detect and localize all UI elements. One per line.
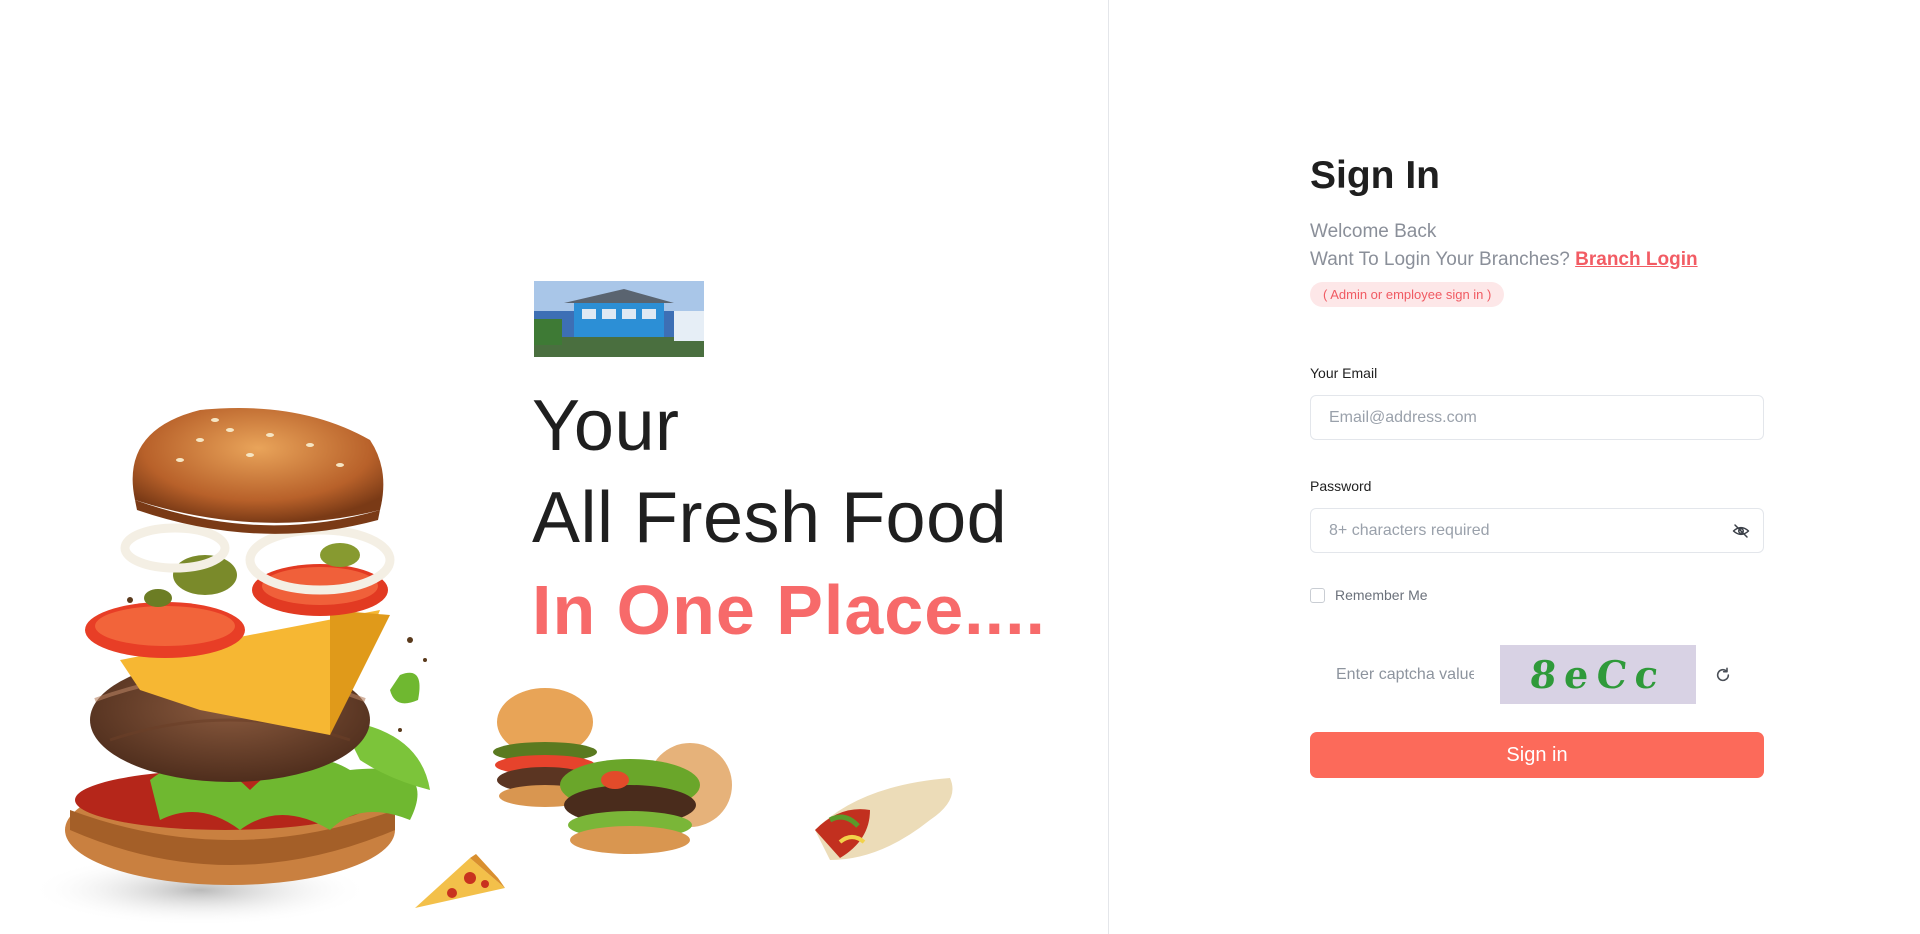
login-page: Your All Fresh Food In One Place.... Sig… [0, 0, 1920, 934]
remember-row: Remember Me [1310, 587, 1764, 603]
password-field[interactable] [1310, 508, 1764, 553]
remember-checkbox[interactable] [1310, 587, 1325, 603]
signin-form: Sign In Welcome Back Want To Login Your … [1310, 150, 1764, 778]
big-burger [30, 408, 430, 926]
signin-title: Sign In [1310, 154, 1440, 197]
branch-login-link[interactable]: Branch Login [1575, 249, 1697, 270]
refresh-icon[interactable] [1712, 664, 1734, 686]
captcha-input[interactable] [1310, 652, 1500, 697]
captcha-image: 8eCc [1500, 645, 1696, 704]
captcha-row: 8eCc [1310, 645, 1764, 704]
role-badge: ( Admin or employee sign in ) [1310, 282, 1505, 307]
welcome-text: Welcome Back [1310, 221, 1437, 242]
password-box [1310, 508, 1764, 553]
captcha-code: 8eCc [1527, 652, 1669, 697]
small-burgers [493, 688, 732, 854]
eye-off-icon[interactable] [1732, 522, 1750, 540]
wrap [815, 778, 953, 860]
pizza-slice [415, 854, 505, 908]
hero-panel: Your All Fresh Food In One Place.... [0, 0, 1109, 934]
password-label: Password [1310, 478, 1372, 494]
signin-button[interactable]: Sign in [1310, 732, 1764, 778]
remember-label: Remember Me [1335, 587, 1428, 603]
email-field[interactable] [1310, 395, 1764, 440]
email-group: Your Email [1310, 365, 1764, 440]
food-illustration [30, 408, 953, 926]
email-label: Your Email [1310, 365, 1378, 381]
branch-prompt-text: Want To Login Your Branches? [1310, 249, 1570, 270]
password-group: Password [1310, 478, 1764, 553]
branch-prompt-line: Want To Login Your Branches? Branch Logi… [1310, 246, 1764, 274]
